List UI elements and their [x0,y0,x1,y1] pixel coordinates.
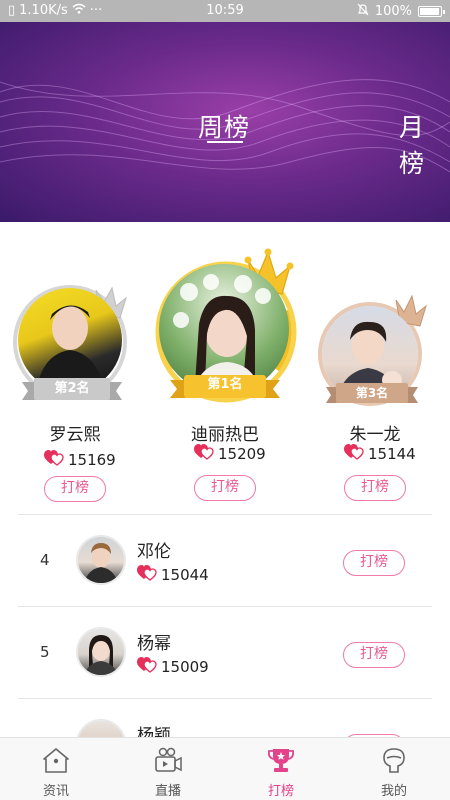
home-icon [43,748,69,773]
vote-button-rank-3[interactable]: 打榜 [344,475,406,501]
tab-active-indicator [207,141,243,143]
podium-votes-2: 15169 [44,450,116,470]
nav-label: 打榜 [267,784,294,799]
podium-votes-1: 15209 [194,444,266,464]
vote-button[interactable]: 打榜 [343,550,405,576]
vote-count: 15044 [161,566,209,584]
rank-badge-1: 第1名 [207,377,243,392]
nav-item-rank[interactable]: 打榜 [225,738,337,800]
nav-item-live[interactable]: 直播 [112,738,224,800]
rank-badge-2: 第2名 [54,381,90,396]
battery-icon [418,6,445,17]
battery-fill [420,8,439,15]
avatar[interactable] [76,627,126,677]
podium-name-2: 罗云熙 [49,425,101,445]
list-item-votes: 15009 [137,657,209,677]
trophy-icon [267,749,295,772]
list-item-name: 杨幂 [137,634,171,654]
podium-votes-3: 15144 [344,444,416,464]
podium-name-1: 迪丽热巴 [191,425,259,445]
vote-button-rank-2[interactable]: 打榜 [44,476,106,502]
vote-count: 15144 [368,445,416,463]
heart-icon [137,565,157,585]
rank-number: 4 [40,551,50,569]
vote-count: 15009 [161,658,209,676]
list-item-votes: 15044 [137,565,209,585]
podium-name-3: 朱一龙 [349,425,401,445]
vote-count: 15209 [218,445,266,463]
heart-icon [137,657,157,677]
avatar[interactable] [76,535,126,585]
rank-number: 5 [40,643,50,661]
ranking-banner: 周榜 月榜 [0,22,450,222]
list-item[interactable]: 4 邓伦 15044 打榜 [18,514,432,606]
nav-label: 我的 [380,784,407,799]
heart-icon [194,444,214,464]
status-right: 100% [357,3,445,20]
vote-button-rank-1[interactable]: 打榜 [194,475,256,501]
status-bar: ▯ 1.10K/s ··· 10:59 100% [0,0,450,22]
profile-icon [383,748,405,773]
vote-count: 15169 [68,451,116,469]
nav-item-news[interactable]: 资讯 [0,738,112,800]
tab-monthly[interactable]: 月榜 [399,108,450,180]
bottom-nav: 资讯 直播 打榜 我的 [0,737,450,800]
nav-label: 直播 [154,784,181,799]
heart-icon [344,444,364,464]
tab-weekly[interactable]: 周榜 [198,108,250,144]
video-icon [155,747,182,772]
nav-item-profile[interactable]: 我的 [338,738,450,800]
heart-icon [44,450,64,470]
vote-button[interactable]: 打榜 [343,642,405,668]
nav-label: 资讯 [42,784,69,799]
rank-badge-3: 第3名 [355,386,389,400]
list-item[interactable]: 5 杨幂 15009 打榜 [18,606,432,698]
list-item-name: 邓伦 [137,542,171,562]
mute-bell-icon [357,3,369,20]
battery-percent: 100% [374,4,412,19]
